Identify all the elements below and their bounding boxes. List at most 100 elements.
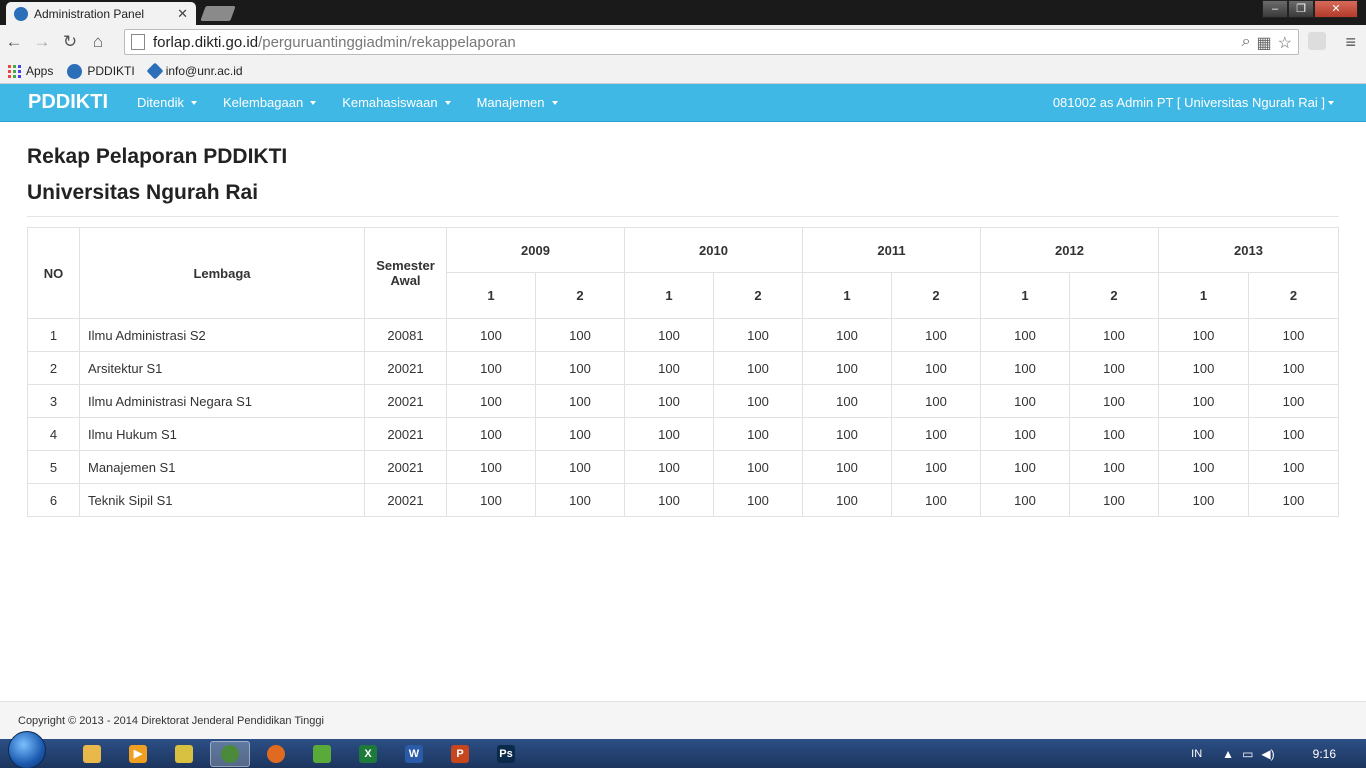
cell-no: 6 — [27, 483, 80, 517]
star-icon[interactable]: ☆ — [1278, 33, 1292, 53]
cell-value: 100 — [713, 384, 803, 418]
cell-value: 100 — [446, 450, 536, 484]
bookmark-apps[interactable]: Apps — [8, 64, 53, 78]
powerpoint-icon: P — [451, 744, 469, 763]
cell-value: 100 — [891, 450, 981, 484]
browser-toolbar: ← → ↻ ⌂ forlap.dikti.go.id/perguruanting… — [0, 25, 1366, 59]
nav-kemahasiswaan[interactable]: Kemahasiswaan — [342, 95, 451, 110]
clock[interactable]: 9:16 — [1313, 747, 1336, 761]
table-row: 1 Ilmu Administrasi S2 20081 100 100 100 100 10… — [27, 318, 1339, 352]
cell-value: 100 — [624, 318, 714, 352]
nav-label: Manajemen — [476, 95, 545, 110]
window-close-icon[interactable]: ✕ — [1314, 0, 1358, 18]
taskbar-apps: ▶ X W P Ps — [66, 740, 526, 767]
bookmark-pddikti[interactable]: PDDIKTI — [67, 63, 135, 79]
cell-value: 100 — [535, 483, 625, 517]
cell-semester-awal: 20021 — [364, 450, 447, 484]
browser-tab[interactable]: Administration Panel ✕ — [6, 2, 196, 25]
brand-logo[interactable]: PDDIKTI — [28, 91, 108, 114]
chrome-icon — [221, 744, 239, 763]
menu-icon[interactable]: ≡ — [1345, 32, 1356, 53]
minimize-icon[interactable]: – — [1262, 0, 1288, 18]
nav-manajemen[interactable]: Manajemen — [477, 95, 558, 110]
cell-value: 100 — [1158, 318, 1249, 352]
back-arrow-icon[interactable]: ← — [0, 32, 28, 52]
cell-value: 100 — [891, 384, 981, 418]
app-6-icon — [313, 744, 331, 763]
nav-ditendik[interactable]: Ditendik — [137, 95, 197, 110]
bookmark-label: info@unr.ac.id — [165, 64, 243, 78]
start-button[interactable] — [8, 730, 46, 768]
cell-value: 100 — [713, 351, 803, 385]
taskbar-app-excel[interactable]: X — [348, 741, 388, 767]
app-navbar: PDDIKTI Ditendik Kelembagaan Kemahasiswa… — [0, 84, 1366, 122]
taskbar-app-explorer[interactable] — [72, 741, 112, 767]
header-year: 2009 — [446, 227, 625, 273]
cell-value: 100 — [713, 417, 803, 451]
user-label: 081002 as Admin PT [ Universitas Ngurah … — [1052, 95, 1325, 110]
report-table: NO Lembaga Semester Awal 2009 2010 2011 … — [27, 227, 1339, 517]
tab-close-icon[interactable]: ✕ — [177, 6, 188, 22]
cell-value: 100 — [624, 483, 714, 517]
extension-icon[interactable] — [1308, 32, 1326, 50]
taskbar-app-photoshop[interactable]: Ps — [486, 741, 526, 767]
cell-value: 100 — [446, 351, 536, 385]
language-indicator[interactable]: IN — [1191, 748, 1202, 760]
word-icon: W — [405, 744, 423, 763]
cell-value: 100 — [980, 483, 1070, 517]
cell-value: 100 — [1248, 417, 1339, 451]
header-year: 2011 — [802, 227, 981, 273]
tab-title: Administration Panel — [34, 6, 145, 21]
cell-value: 100 — [1069, 450, 1159, 484]
cell-value: 100 — [446, 417, 536, 451]
taskbar-app-media-player[interactable]: ▶ — [118, 741, 158, 767]
bookmark-email[interactable]: info@unr.ac.id — [146, 62, 243, 80]
system-tray: IN ▲ ▭ ◀) 9:16 — [1191, 739, 1366, 768]
taskbar-app-word[interactable]: W — [394, 741, 434, 767]
cell-no: 2 — [27, 351, 80, 385]
photoshop-icon: Ps — [497, 744, 515, 763]
maximize-icon[interactable]: ❐ — [1288, 0, 1314, 18]
cell-no: 1 — [27, 318, 80, 352]
header-semester: 2 — [1248, 272, 1339, 319]
header-year: 2013 — [1158, 227, 1339, 273]
translate-icon[interactable]: ▦ — [1257, 33, 1272, 53]
cell-value: 100 — [713, 483, 803, 517]
page-subtitle: Universitas Ngurah Rai — [27, 181, 259, 204]
volume-icon[interactable]: ◀) — [1261, 747, 1274, 761]
header-semester: 2 — [891, 272, 981, 319]
cell-no: 5 — [27, 450, 80, 484]
page-footer: Copyright © 2013 - 2014 Direktorat Jende… — [0, 701, 1366, 739]
taskbar-app-firefox[interactable] — [256, 741, 296, 767]
nav-label: Kemahasiswaan — [342, 95, 438, 110]
copyright-text: Copyright © 2013 - 2014 Direktorat Jende… — [18, 715, 324, 727]
table-row: 3 Ilmu Administrasi Negara S1 20021 100 100 1… — [27, 384, 1339, 418]
zoom-icon[interactable]: ⌕ — [1242, 33, 1251, 53]
tray-arrow-icon[interactable]: ▲ — [1222, 747, 1234, 761]
cell-value: 100 — [713, 318, 803, 352]
forward-arrow-icon[interactable]: → — [28, 32, 56, 52]
user-menu[interactable]: 081002 as Admin PT [ Universitas Ngurah … — [1053, 95, 1334, 110]
taskbar-app-chrome[interactable] — [210, 740, 250, 767]
cell-value: 100 — [1158, 384, 1249, 418]
cell-value: 100 — [891, 417, 981, 451]
nav-kelembagaan[interactable]: Kelembagaan — [223, 95, 317, 110]
pddikti-logo-icon — [67, 63, 83, 79]
header-semester: 1 — [624, 272, 714, 319]
media-player-icon: ▶ — [129, 744, 147, 763]
cell-value: 100 — [980, 351, 1070, 385]
cell-value: 100 — [1069, 384, 1159, 418]
taskbar-app-app-3[interactable] — [164, 741, 204, 767]
cell-value: 100 — [980, 417, 1070, 451]
address-bar[interactable]: forlap.dikti.go.id/perguruantinggiadmin/… — [124, 29, 1299, 55]
new-tab-button[interactable] — [200, 6, 236, 21]
cell-value: 100 — [1069, 417, 1159, 451]
taskbar-app-powerpoint[interactable]: P — [440, 741, 480, 767]
reload-icon[interactable]: ↻ — [56, 32, 84, 52]
header-semester: 2 — [535, 272, 625, 319]
header-year: 2012 — [980, 227, 1159, 273]
network-icon[interactable]: ▭ — [1242, 747, 1253, 761]
bookmark-site-icon — [146, 62, 164, 80]
home-icon[interactable]: ⌂ — [84, 32, 112, 52]
taskbar-app-app-6[interactable] — [302, 741, 342, 767]
